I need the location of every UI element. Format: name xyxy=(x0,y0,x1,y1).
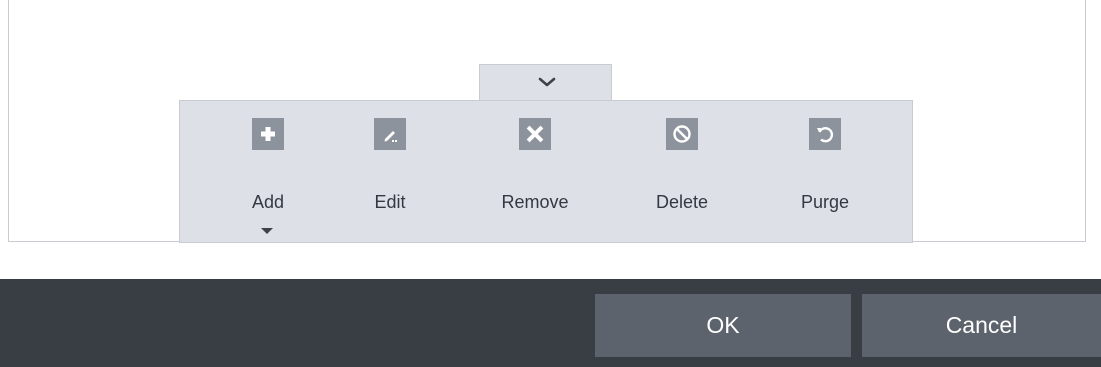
edit-button[interactable]: Edit xyxy=(329,118,449,236)
action-toolbar: Add Edit Remove Delete Purge xyxy=(179,100,913,243)
ok-button[interactable]: OK xyxy=(595,294,851,357)
cancel-button[interactable]: Cancel xyxy=(862,294,1101,357)
remove-button[interactable]: Remove xyxy=(474,118,594,236)
plus-icon xyxy=(252,118,284,150)
toolbar-collapse-tab[interactable] xyxy=(479,64,612,104)
x-icon xyxy=(519,118,551,150)
undo-icon xyxy=(809,118,841,150)
delete-label: Delete xyxy=(655,192,709,212)
purge-label: Purge xyxy=(800,192,850,212)
dialog-footer: OK Cancel xyxy=(0,279,1101,367)
add-button[interactable]: Add xyxy=(207,118,327,236)
edit-label: Edit xyxy=(374,192,406,212)
block-icon xyxy=(666,118,698,150)
add-label: Add xyxy=(251,192,285,212)
pencil-icon xyxy=(374,118,406,150)
chevron-down-icon xyxy=(538,77,556,87)
purge-button[interactable]: Purge xyxy=(764,118,884,236)
delete-button[interactable]: Delete xyxy=(621,118,741,236)
remove-label: Remove xyxy=(501,192,569,212)
caret-down-icon[interactable] xyxy=(261,228,273,234)
